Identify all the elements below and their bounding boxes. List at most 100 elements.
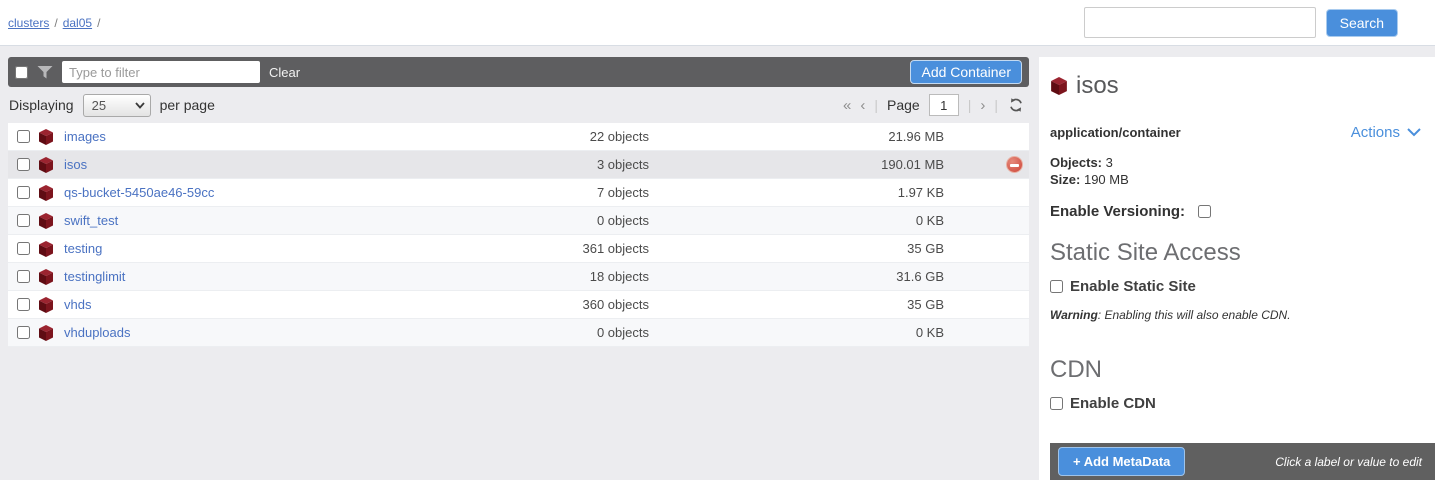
container-name-link[interactable]: isos bbox=[64, 157, 539, 172]
warning-body: : Enabling this will also enable CDN. bbox=[1097, 308, 1291, 322]
static-site-row: Enable Static Site bbox=[1050, 278, 1421, 295]
container-cube-icon bbox=[38, 128, 64, 145]
warning-label: Warning bbox=[1050, 308, 1098, 322]
page-label: Page bbox=[887, 97, 920, 113]
metadata-bar: + Add MetaData Click a label or value to… bbox=[1050, 443, 1435, 480]
metadata-hint: Click a label or value to edit bbox=[1275, 454, 1422, 469]
container-cube-icon bbox=[38, 268, 64, 285]
add-container-button[interactable]: Add Container bbox=[910, 60, 1022, 84]
pager-controls: « ‹ | Page | › | bbox=[843, 94, 1023, 116]
breadcrumb-link-cluster[interactable]: dal05 bbox=[63, 16, 92, 30]
object-count: 0 objects bbox=[596, 213, 649, 228]
table-row[interactable]: vhduploads 0 objects 0 KB bbox=[8, 319, 1029, 347]
row-checkbox[interactable] bbox=[17, 270, 30, 283]
object-count: 0 objects bbox=[596, 325, 649, 340]
cdn-row: Enable CDN bbox=[1050, 395, 1421, 412]
clear-filter-button[interactable]: Clear bbox=[269, 65, 300, 80]
container-name-link[interactable]: testinglimit bbox=[64, 269, 539, 284]
pager-separator: | bbox=[874, 97, 879, 113]
size-label: Size: bbox=[1050, 172, 1081, 187]
pager-separator: | bbox=[994, 97, 998, 113]
object-count: 7 objects bbox=[596, 185, 649, 200]
warning-text: Warning: Enabling this will also enable … bbox=[1050, 308, 1421, 322]
row-checkbox[interactable] bbox=[17, 158, 30, 171]
container-cube-icon bbox=[38, 240, 64, 257]
refresh-icon[interactable] bbox=[1009, 98, 1023, 112]
search-area: Search bbox=[1083, 7, 1398, 38]
breadcrumb-separator: / bbox=[54, 15, 58, 30]
container-size: 21.96 MB bbox=[888, 129, 944, 144]
row-checkbox[interactable] bbox=[17, 130, 30, 143]
size-line: Size: 190 MB bbox=[1050, 171, 1421, 188]
breadcrumb-link-clusters[interactable]: clusters bbox=[8, 16, 49, 30]
container-name-link[interactable]: vhduploads bbox=[64, 325, 539, 340]
displaying-label: Displaying bbox=[9, 97, 74, 113]
container-size: 35 GB bbox=[907, 241, 944, 256]
table-row[interactable]: vhds 360 objects 35 GB bbox=[8, 291, 1029, 319]
table-row[interactable]: qs-bucket-5450ae46-59cc 7 objects 1.97 K… bbox=[8, 179, 1029, 207]
panel-title-row: isos bbox=[1050, 72, 1421, 100]
row-checkbox[interactable] bbox=[17, 326, 30, 339]
container-name-link[interactable]: vhds bbox=[64, 297, 539, 312]
funnel-icon[interactable] bbox=[37, 65, 53, 79]
enable-cdn-checkbox[interactable] bbox=[1050, 397, 1063, 410]
row-checkbox[interactable] bbox=[17, 186, 30, 199]
page-header: clusters / dal05 / Search bbox=[0, 0, 1435, 46]
container-cube-icon bbox=[38, 212, 64, 229]
table-row[interactable]: isos 3 objects 190.01 MB bbox=[8, 151, 1029, 179]
chevron-down-icon bbox=[1407, 128, 1421, 137]
enable-cdn-label: Enable CDN bbox=[1070, 395, 1156, 412]
page-number-input[interactable] bbox=[928, 94, 959, 116]
container-list-section: Clear Add Container Displaying 25 per pa… bbox=[8, 57, 1029, 347]
versioning-label: Enable Versioning: bbox=[1050, 203, 1186, 220]
search-input[interactable] bbox=[1083, 7, 1316, 38]
container-size: 190.01 MB bbox=[881, 157, 944, 172]
row-checkbox[interactable] bbox=[17, 214, 30, 227]
table-row[interactable]: testing 361 objects 35 GB bbox=[8, 235, 1029, 263]
filter-toolbar: Clear Add Container bbox=[8, 57, 1029, 87]
chevron-down-icon bbox=[134, 101, 145, 109]
container-size: 0 KB bbox=[915, 325, 944, 340]
row-checkbox[interactable] bbox=[17, 298, 30, 311]
table-row[interactable]: swift_test 0 objects 0 KB bbox=[8, 207, 1029, 235]
size-value: 190 MB bbox=[1083, 172, 1129, 187]
container-table: images 22 objects 21.96 MB isos 3 object… bbox=[8, 123, 1029, 347]
container-cube-icon bbox=[38, 296, 64, 313]
objects-label: Objects: bbox=[1050, 155, 1103, 170]
enable-versioning-checkbox[interactable] bbox=[1198, 205, 1212, 218]
object-count: 360 objects bbox=[582, 297, 650, 312]
content-type-label: application/container bbox=[1050, 125, 1181, 140]
panel-title: isos bbox=[1076, 72, 1119, 99]
table-row[interactable]: testinglimit 18 objects 31.6 GB bbox=[8, 263, 1029, 291]
row-checkbox[interactable] bbox=[17, 242, 30, 255]
prev-page-button[interactable]: ‹ bbox=[860, 97, 865, 114]
container-name-link[interactable]: images bbox=[64, 129, 539, 144]
objects-count-line: Objects: 3 bbox=[1050, 154, 1421, 171]
add-metadata-button[interactable]: + Add MetaData bbox=[1058, 447, 1186, 476]
cdn-heading: CDN bbox=[1050, 356, 1102, 383]
container-name-link[interactable]: testing bbox=[64, 241, 539, 256]
object-count: 18 objects bbox=[589, 269, 649, 284]
breadcrumb: clusters / dal05 / bbox=[8, 16, 100, 30]
breadcrumb-separator: / bbox=[97, 15, 101, 30]
actions-dropdown[interactable]: Actions bbox=[1351, 124, 1421, 141]
minus-circle-icon[interactable] bbox=[1006, 156, 1023, 173]
first-page-button[interactable]: « bbox=[843, 97, 851, 114]
pagination-bar: Displaying 25 per page « ‹ | Page | › | bbox=[8, 87, 1029, 123]
select-all-checkbox[interactable] bbox=[15, 65, 28, 79]
container-size: 31.6 GB bbox=[896, 269, 944, 284]
table-row[interactable]: images 22 objects 21.96 MB bbox=[8, 123, 1029, 151]
next-page-button[interactable]: › bbox=[980, 97, 985, 114]
search-button[interactable]: Search bbox=[1325, 8, 1398, 37]
container-name-link[interactable]: qs-bucket-5450ae46-59cc bbox=[64, 185, 539, 200]
enable-static-site-checkbox[interactable] bbox=[1050, 280, 1063, 293]
versioning-row: Enable Versioning: bbox=[1050, 203, 1421, 220]
filter-input[interactable] bbox=[62, 61, 260, 83]
container-size: 1.97 KB bbox=[897, 185, 944, 200]
object-count: 3 objects bbox=[596, 157, 649, 172]
container-name-link[interactable]: swift_test bbox=[64, 213, 539, 228]
static-site-heading: Static Site Access bbox=[1050, 239, 1241, 266]
container-cube-icon bbox=[38, 156, 64, 173]
per-page-select[interactable]: 25 bbox=[82, 93, 151, 117]
object-count: 361 objects bbox=[582, 241, 650, 256]
